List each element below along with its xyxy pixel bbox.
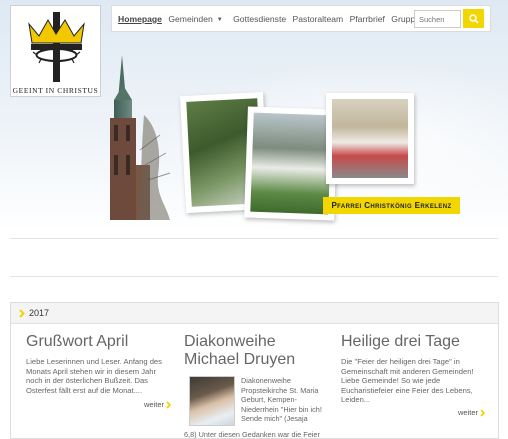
article-text: Diakonenweihe Propsteikirche St. Maria G… — [241, 376, 322, 424]
search-input[interactable] — [414, 10, 461, 28]
read-more-link[interactable]: weiter — [458, 408, 486, 417]
article-heilige-drei-tage: Heilige drei Tage Die "Feier der heilige… — [341, 333, 491, 417]
read-more-label: weiter — [144, 400, 165, 409]
article-diakonweihe: Diakonweihe Michael Druyen — [184, 333, 329, 369]
nav-item-gemeinden-label: Gemeinden — [168, 14, 213, 24]
nav-item-pfarrbrief[interactable]: Pfarrbrief — [350, 14, 385, 24]
nav-item-gottesdienste[interactable]: Gottesdienste — [233, 14, 286, 24]
article-title-line2[interactable]: Michael Druyen — [184, 351, 329, 369]
nav-item-homepage[interactable]: Homepage — [118, 14, 162, 24]
article-title[interactable]: Heilige drei Tage — [341, 333, 491, 351]
article-text: Die "Feier der heiligen drei Tage" in Ge… — [341, 357, 474, 405]
article-title-line1[interactable]: Diakonweihe — [184, 333, 329, 351]
news-year: 2017 — [29, 308, 50, 318]
search-button[interactable] — [463, 9, 484, 28]
article-photo[interactable] — [189, 376, 235, 426]
cross-crown-icon — [28, 12, 85, 82]
nav-item-pastoralteam[interactable]: Pastoralteam — [293, 14, 344, 24]
nav-items: Homepage Gemeinden ▼ Gottesdienste Pastor… — [118, 14, 429, 24]
search-icon — [468, 13, 479, 24]
read-more-label: weiter — [458, 408, 479, 417]
article-title[interactable]: Grußwort April — [26, 333, 166, 351]
church-tower-image — [110, 55, 171, 220]
banner-caption: Pfarrei Christkönig Erkelenz — [323, 197, 460, 214]
chevron-right-icon — [19, 309, 25, 318]
news-section: 2017 Grußwort April Liebe Leserinnen und… — [10, 302, 499, 439]
article-text: Liebe Leserinnen und Leser. Anfang des M… — [26, 357, 162, 395]
read-more-link[interactable]: weiter — [144, 400, 172, 409]
chevron-down-icon: ▼ — [216, 16, 223, 23]
photo-church-group — [326, 93, 414, 184]
divider — [10, 238, 498, 239]
divider — [10, 276, 498, 277]
site-logo[interactable]: Geeint in Christus — [10, 5, 101, 97]
article-text-continued: 6,8) Unter diesen Gedanken war die Feier — [184, 430, 320, 439]
chevron-right-icon — [166, 400, 172, 409]
article-grusswort: Grußwort April Liebe Leserinnen und Lese… — [26, 333, 172, 409]
logo-text: Geeint in Christus — [12, 86, 99, 95]
nav-item-gemeinden[interactable]: Gemeinden ▼ — [168, 14, 226, 24]
news-header[interactable]: 2017 — [11, 303, 498, 324]
main-navigation: Homepage Gemeinden ▼ Gottesdienste Pastor… — [111, 5, 491, 32]
chevron-right-icon — [480, 408, 486, 417]
